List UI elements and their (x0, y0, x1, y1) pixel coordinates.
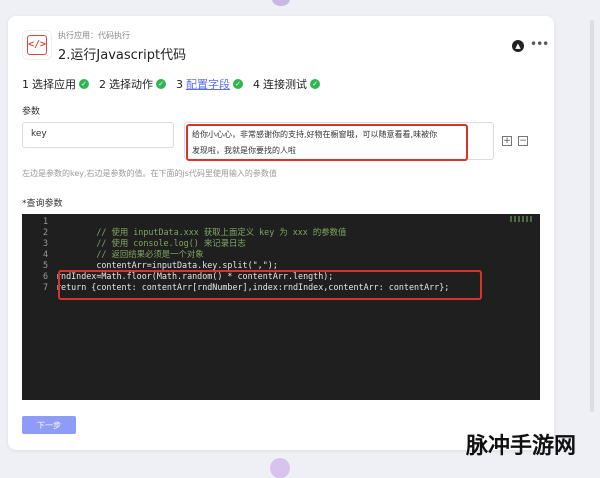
step-configure-fields[interactable]: 3 配置字段 ✓ (176, 76, 243, 92)
line-number: 7 (42, 282, 48, 292)
step-label: 选择应用 (32, 78, 76, 91)
param-key-input[interactable]: key (22, 122, 174, 148)
more-dots-icon[interactable]: ••• (530, 37, 549, 51)
step-label: 选择动作 (109, 78, 153, 91)
code-line: 1 (22, 216, 540, 227)
check-icon: ✓ (233, 79, 243, 89)
page-scrollbar[interactable] (590, 20, 594, 412)
line-number: 1 (42, 216, 48, 226)
code-highlight-box (58, 270, 482, 300)
code-text: // 返回结果必须是一个对象 (56, 249, 204, 259)
line-number: 5 (42, 260, 48, 270)
code-text: // 使用 inputData.xxx 获取上面定义 key 为 xxx 的参数… (56, 227, 347, 237)
add-param-button[interactable]: + (502, 136, 512, 146)
line-number: 4 (42, 249, 48, 259)
step-card: </> 执行应用：代码执行 2.运行Javascript代码 ▲ ••• 1 选… (8, 16, 554, 450)
step-label: 配置字段 (186, 78, 230, 91)
code-line: 2 // 使用 inputData.xxx 获取上面定义 key 为 xxx 的… (22, 227, 540, 238)
flow-connector-dot-top (272, 0, 290, 6)
check-icon: ✓ (156, 79, 166, 89)
step-select-app[interactable]: 1 选择应用 ✓ (22, 76, 89, 92)
step-select-action[interactable]: 2 选择动作 ✓ (99, 76, 166, 92)
line-number: 3 (42, 238, 48, 248)
line-number: 2 (42, 227, 48, 237)
code-editor[interactable]: 1 2 // 使用 inputData.xxx 获取上面定义 key 为 xxx… (22, 214, 540, 400)
step-number: 2 (99, 77, 106, 91)
flow-connector-dot-bottom (270, 458, 290, 478)
code-icon: </> (27, 35, 47, 55)
watermark-text: 脉冲手游网 (466, 434, 577, 459)
query-params-label: *查询参数 (22, 199, 63, 209)
app-subtitle: 执行应用：代码执行 (58, 31, 130, 40)
code-line: 4 // 返回结果必须是一个对象 (22, 249, 540, 260)
chevron-up-circle-icon[interactable]: ▲ (512, 40, 524, 52)
step-title: 2.运行Javascript代码 (58, 48, 187, 63)
params-label: 参数 (22, 107, 41, 117)
step-number: 3 (176, 77, 183, 91)
params-hint: 左边是参数的key,右边是参数的值。在下面的js代码里使用输入的参数值 (22, 169, 277, 178)
param-value-line-1: 给你小心心，非常感谢你的支持,好物在橱窗哦，可以随意看看,味被你 (192, 130, 438, 139)
param-value-text: 给你小心心，非常感谢你的支持,好物在橱窗哦，可以随意看看,味被你 发现啦，我就是… (186, 124, 468, 161)
step-progress: 1 选择应用 ✓ 2 选择动作 ✓ 3 配置字段 ✓ 4 连接测试 ✓ (22, 76, 320, 92)
check-icon: ✓ (310, 79, 320, 89)
line-number: 6 (42, 271, 48, 281)
app-icon-frame: </> (22, 30, 52, 60)
step-label: 连接测试 (263, 78, 307, 91)
check-icon: ✓ (79, 79, 89, 89)
step-number: 1 (22, 77, 29, 91)
remove-param-button[interactable]: − (518, 136, 528, 146)
next-step-button[interactable]: 下一步 (22, 416, 76, 434)
step-connection-test[interactable]: 4 连接测试 ✓ (253, 76, 320, 92)
code-text: // 使用 console.log() 来记录日志 (56, 238, 246, 248)
step-number: 4 (253, 77, 260, 91)
code-line: 3 // 使用 console.log() 来记录日志 (22, 238, 540, 249)
param-value-line-2: 发现啦，我就是你要找的人啦 (192, 146, 296, 155)
